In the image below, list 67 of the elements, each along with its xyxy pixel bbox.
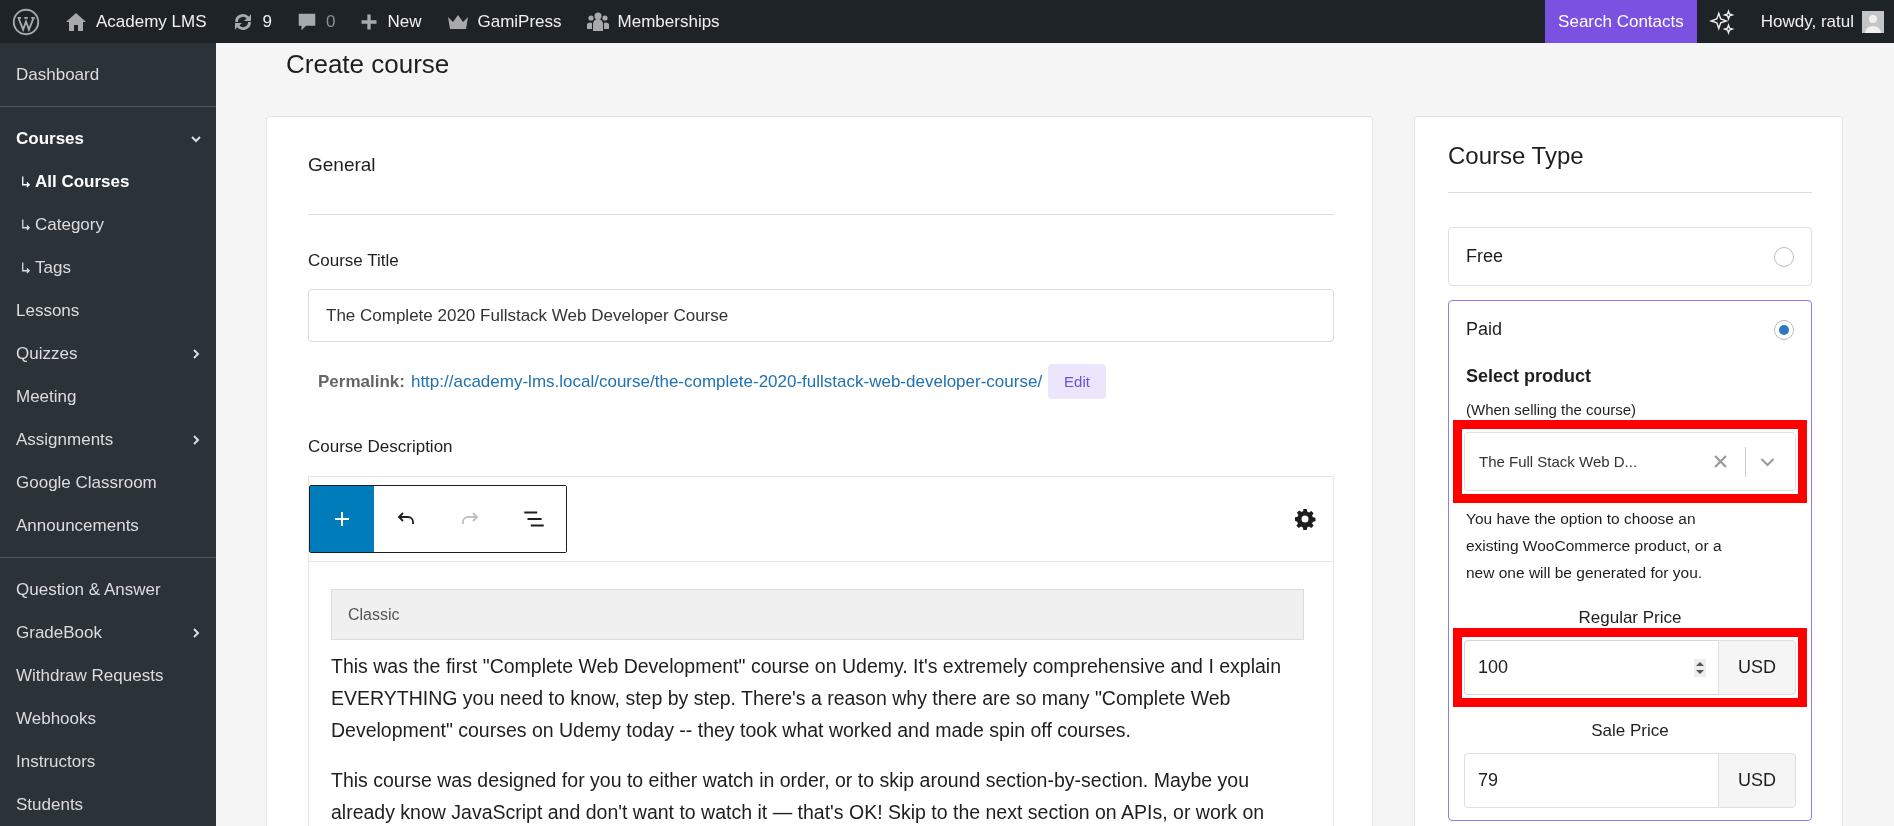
account-menu[interactable]: Howdy, ratul: [1746, 0, 1894, 43]
currency-label: USD: [1718, 640, 1796, 695]
option-label: Free: [1466, 246, 1503, 267]
sparkle-icon: [1708, 8, 1735, 35]
greeting-text: Howdy, ratul: [1760, 11, 1854, 32]
admin-bar-link[interactable]: Memberships: [573, 0, 732, 43]
sidebar-item[interactable]: Instructors: [0, 740, 216, 783]
sidebar-item[interactable]: Withdraw Requests: [0, 654, 216, 697]
help-text: You have the option to choose an existing WooCommerce product, or a new one will be generated for you.: [1466, 509, 1723, 583]
search-contacts-button[interactable]: Search Contacts: [1545, 0, 1697, 43]
sidebar-item[interactable]: Webhooks: [0, 697, 216, 740]
field-hint: (When selling the course): [1466, 401, 1638, 418]
wordpress-logo-icon: [12, 7, 40, 36]
sidebar-item[interactable]: Dashboard: [0, 53, 216, 96]
price-value[interactable]: 79: [1476, 769, 1706, 792]
sidebar-item[interactable]: Assignments: [0, 418, 216, 461]
description-paragraph: This course was designed for you to either watch in order, or to skip around section-by-section. Maybe you already know JavaScript and don't want to watch it — that's OK! Skip to the next section on APIs, or work on: [331, 768, 1266, 825]
admin-bar-link[interactable]: GamiPress: [433, 0, 574, 43]
spinner-icon: [1694, 658, 1706, 677]
chevron-right-icon: [190, 626, 202, 639]
admin-bar-link[interactable]: 0: [284, 0, 348, 43]
course-type-option[interactable]: [1448, 300, 1812, 821]
sidebar-subitem[interactable]: Category: [0, 203, 216, 246]
sub-arrow-icon: [20, 260, 31, 275]
admin-bar-link[interactable]: 9: [218, 0, 284, 43]
product-select[interactable]: The Full Stack Web D...: [1464, 432, 1796, 491]
edit-button[interactable]: Edit: [1048, 364, 1106, 399]
sidebar-item[interactable]: GradeBook: [0, 611, 216, 654]
clear-icon: [1714, 455, 1727, 468]
field-label: Course Description: [308, 437, 454, 457]
card-title: Course Type: [1448, 142, 1812, 193]
page-title: Create course: [286, 48, 451, 81]
sub-arrow-icon: [20, 217, 31, 232]
sidebar-item[interactable]: Announcements: [0, 504, 216, 547]
sidebar-item[interactable]: Courses: [0, 117, 216, 160]
price-input[interactable]: 79: [1464, 753, 1718, 808]
chevron-right-icon: [190, 347, 202, 360]
option-label: Paid: [1466, 319, 1503, 340]
price-input[interactable]: 100: [1464, 640, 1718, 695]
field-label: Regular Price: [1577, 608, 1683, 628]
currency-label: USD: [1718, 753, 1796, 808]
sidebar-item[interactable]: Meeting: [0, 375, 216, 418]
course-title-input[interactable]: The Complete 2020 Fullstack Web Developer Course: [308, 289, 1334, 342]
admin-bar-link[interactable]: New: [347, 0, 434, 43]
admin-bar-link[interactable]: Academy LMS: [52, 0, 219, 43]
classic-block-label: Classic: [331, 589, 1304, 640]
avatar-icon: [1862, 10, 1884, 33]
chevron-down-icon: [1760, 456, 1775, 467]
field-label: Select product: [1466, 366, 1593, 387]
sidebar-subitem[interactable]: Tags: [0, 246, 216, 289]
sidebar-item[interactable]: Quizzes: [0, 332, 216, 375]
sidebar-subitem[interactable]: All Courses: [0, 160, 216, 203]
field-label: Sale Price: [1590, 721, 1670, 741]
chevron-right-icon: [190, 433, 202, 446]
sub-arrow-icon: [20, 174, 31, 189]
field-label: Course Title: [308, 251, 400, 271]
sidebar-item[interactable]: Question & Answer: [0, 568, 216, 611]
sidebar-item[interactable]: Lessons: [0, 289, 216, 332]
settings-icon: [1293, 507, 1317, 531]
sidebar-item[interactable]: Google Classroom: [0, 461, 216, 504]
price-value[interactable]: 100: [1476, 656, 1694, 679]
course-type-option[interactable]: Free: [1448, 227, 1812, 286]
section-heading: General: [308, 152, 1334, 215]
permalink-link[interactable]: http://academy-lms.local/course/the-complete-2020-fullstack-web-developer-course/: [410, 371, 1043, 392]
description-paragraph: This was the first "Complete Web Development" course on Udemy. It's extremely comprehensive and I explain EVERYTHING you need to know, step by step. There's a reason why there are so many "Complete Web Development" courses on Udemy today -- they took what worked and made spin off courses.: [331, 654, 1282, 743]
permalink-label: Permalink:: [318, 371, 405, 392]
sidebar-item[interactable]: Students: [0, 783, 216, 826]
